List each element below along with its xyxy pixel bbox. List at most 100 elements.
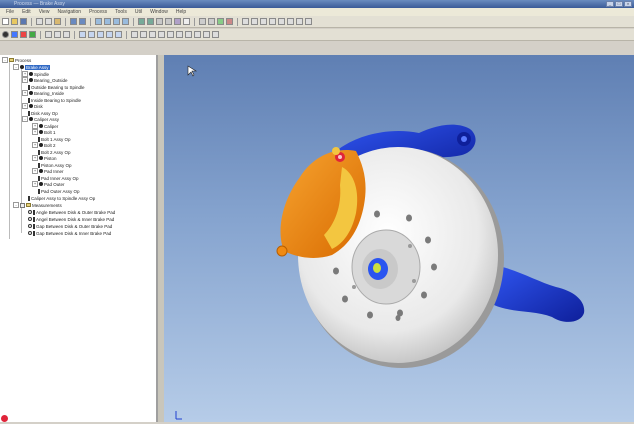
color-icon[interactable]: [20, 31, 27, 38]
tree-node-caliper-assy[interactable]: - Caliper Assy: [22, 116, 59, 122]
menu-window[interactable]: Window: [150, 9, 168, 15]
tool-icon[interactable]: [287, 18, 294, 25]
part-icon: [29, 104, 33, 108]
tree-node-measurement[interactable]: Gap Between Disk & Outer Brake Pad: [28, 223, 112, 229]
tool-icon[interactable]: [131, 31, 138, 38]
title-bar: Process — Brake Assy _ □ ×: [0, 0, 634, 8]
tool-icon[interactable]: [158, 31, 165, 38]
menu-edit[interactable]: Edit: [22, 9, 31, 15]
window-title: Process — Brake Assy: [14, 1, 65, 7]
menu-process[interactable]: Process: [89, 9, 107, 15]
tree-node-brake-assy[interactable]: - Brake Assy: [13, 64, 50, 70]
tool-icon[interactable]: [194, 31, 201, 38]
zoom-in-icon[interactable]: [104, 18, 111, 25]
shaded-icon[interactable]: [174, 18, 181, 25]
tool-icon[interactable]: [97, 31, 104, 38]
search-icon[interactable]: [95, 18, 102, 25]
collapse-icon[interactable]: -: [13, 64, 19, 70]
tree-node-measurement[interactable]: Angel Between Disk & Inner Brake Pad: [28, 216, 114, 222]
zoom-fit-icon[interactable]: [122, 18, 129, 25]
close-button[interactable]: ×: [624, 1, 632, 7]
expand-icon[interactable]: +: [32, 142, 38, 148]
visibility-checkbox[interactable]: [20, 202, 25, 208]
collapse-icon[interactable]: -: [13, 202, 19, 208]
minimize-button[interactable]: _: [606, 1, 614, 7]
tool-icon[interactable]: [260, 18, 267, 25]
expand-icon[interactable]: +: [22, 90, 28, 96]
rotate-icon[interactable]: [138, 18, 145, 25]
menu-util[interactable]: Util: [135, 9, 142, 15]
tool-icon[interactable]: [305, 18, 312, 25]
copy-icon[interactable]: [45, 18, 52, 25]
collapse-icon[interactable]: -: [2, 57, 8, 63]
tree-collapse-icon[interactable]: [54, 31, 61, 38]
open-folder-icon[interactable]: [11, 18, 18, 25]
tool-icon[interactable]: [278, 18, 285, 25]
section-icon[interactable]: [208, 18, 215, 25]
tool-icon[interactable]: [269, 18, 276, 25]
pan-icon[interactable]: [147, 18, 154, 25]
menu-tools[interactable]: Tools: [115, 9, 127, 15]
view-iso-icon[interactable]: [165, 18, 172, 25]
tree-node-piston[interactable]: + Piston: [32, 155, 57, 161]
tree-node-bearing-inside[interactable]: + Bearing_Inside: [22, 90, 64, 96]
save-icon[interactable]: [20, 18, 27, 25]
tool-icon[interactable]: [167, 31, 174, 38]
expand-icon[interactable]: +: [32, 155, 38, 161]
tree-node-process[interactable]: - Process: [2, 57, 31, 63]
expand-icon[interactable]: +: [32, 181, 38, 187]
menu-file[interactable]: File: [6, 9, 14, 15]
undo-icon[interactable]: [70, 18, 77, 25]
redo-icon[interactable]: [79, 18, 86, 25]
zoom-out-icon[interactable]: [113, 18, 120, 25]
maximize-button[interactable]: □: [615, 1, 623, 7]
tree-expand-icon[interactable]: [45, 31, 52, 38]
tree-node-caliper-to-spindle-op[interactable]: Caliper Assy to Spindle Assy Op: [28, 195, 95, 201]
tree-node-pad-outer-op[interactable]: Pad Outer Assy Op: [38, 188, 80, 194]
expand-icon[interactable]: +: [22, 77, 28, 83]
color-icon[interactable]: [11, 31, 18, 38]
tool-icon[interactable]: [296, 18, 303, 25]
tree-node-pad-inner[interactable]: + Pad Inner: [32, 168, 64, 174]
expand-icon[interactable]: +: [22, 103, 28, 109]
play-icon[interactable]: [217, 18, 224, 25]
tool-icon[interactable]: [115, 31, 122, 38]
tool-icon[interactable]: [176, 31, 183, 38]
tool-icon[interactable]: [149, 31, 156, 38]
tree-node-bolt-1[interactable]: + Bolt 1: [32, 129, 56, 135]
select-icon[interactable]: [2, 31, 9, 38]
3d-viewport[interactable]: [164, 55, 634, 422]
menu-help[interactable]: Help: [176, 9, 186, 15]
tool-icon[interactable]: [242, 18, 249, 25]
menu-view[interactable]: View: [39, 9, 50, 15]
tool-icon[interactable]: [251, 18, 258, 25]
paste-icon[interactable]: [54, 18, 61, 25]
tree-node-measurement[interactable]: Angle Between Disk & Outer Brake Pad: [28, 209, 115, 215]
expand-icon[interactable]: +: [32, 168, 38, 174]
collapse-icon[interactable]: -: [22, 116, 28, 122]
tool-icon[interactable]: [140, 31, 147, 38]
expand-icon[interactable]: +: [32, 129, 38, 135]
tree-node-measurement[interactable]: Gap Between Disk & Inner Brake Pad: [28, 230, 111, 236]
color-icon[interactable]: [29, 31, 36, 38]
menu-navigation[interactable]: Navigation: [57, 9, 81, 15]
measure-icon[interactable]: [199, 18, 206, 25]
wireframe-icon[interactable]: [183, 18, 190, 25]
tree-node-pad-outer[interactable]: + Pad Outer: [32, 181, 65, 187]
tool-icon[interactable]: [106, 31, 113, 38]
tool-icon[interactable]: [88, 31, 95, 38]
tree-node-disk[interactable]: + Disk: [22, 103, 43, 109]
tool-icon[interactable]: [185, 31, 192, 38]
view-front-icon[interactable]: [156, 18, 163, 25]
cut-icon[interactable]: [36, 18, 43, 25]
tree-node-measurements[interactable]: - Measurements: [13, 202, 62, 208]
stop-icon[interactable]: [226, 18, 233, 25]
tool-icon[interactable]: [203, 31, 210, 38]
tool-icon[interactable]: [79, 31, 86, 38]
new-file-icon[interactable]: [2, 18, 9, 25]
filter-icon[interactable]: [63, 31, 70, 38]
tree-node-bearing-outside[interactable]: + Bearing_Outside: [22, 77, 68, 83]
measurement-icon: [28, 217, 32, 221]
tool-icon[interactable]: [212, 31, 219, 38]
tree-node-bolt-2[interactable]: + Bolt 2: [32, 142, 56, 148]
